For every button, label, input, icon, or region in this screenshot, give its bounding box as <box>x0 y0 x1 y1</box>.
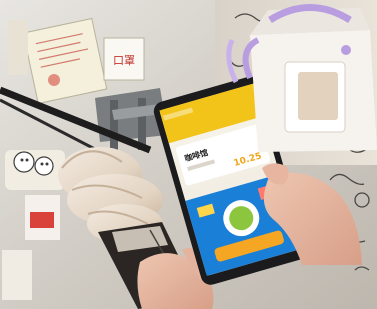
scene-photo: 口罩 咖啡馆 10.25 <box>0 0 377 309</box>
sign-board-2: 口罩 <box>103 37 145 81</box>
sign-2-text: 口罩 <box>113 54 135 67</box>
warning-sign <box>25 195 60 240</box>
sign-board-1 <box>22 17 108 105</box>
cartoon-characters <box>5 150 65 190</box>
left-edge-sign <box>8 20 28 75</box>
small-sign <box>2 250 32 300</box>
photo-frame: 口罩 咖啡馆 10.25 <box>0 0 377 309</box>
